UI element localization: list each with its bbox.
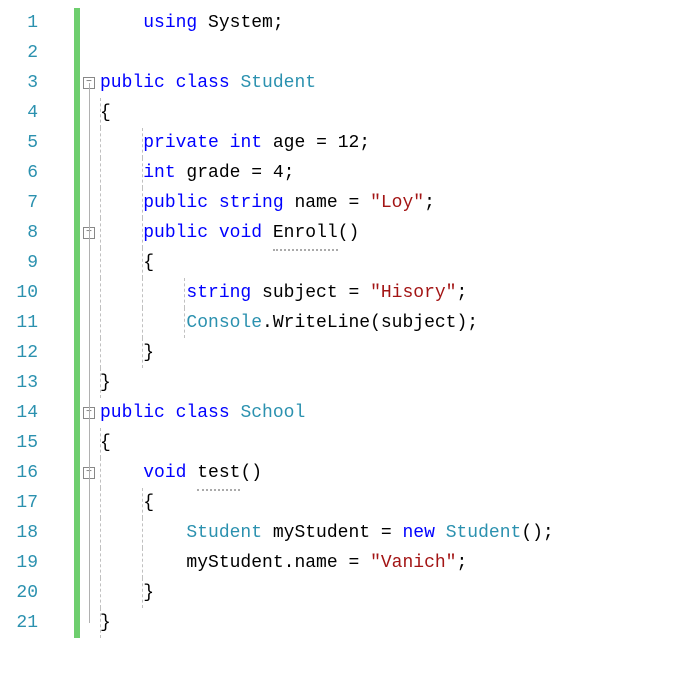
line-number: 20 (0, 578, 38, 608)
code-line[interactable]: public class School (100, 398, 699, 428)
line-number: 3 (0, 68, 38, 98)
code-line[interactable]: public void Enroll() (100, 218, 699, 248)
code-line[interactable]: Console.WriteLine(subject); (100, 308, 699, 338)
code-editor: 123456789101112131415161718192021 using … (0, 8, 699, 638)
line-number: 2 (0, 38, 38, 68)
code-line[interactable]: { (100, 488, 699, 518)
line-number: 10 (0, 278, 38, 308)
line-number: 11 (0, 308, 38, 338)
code-line[interactable]: using System; (100, 8, 699, 38)
marker-margin (52, 8, 74, 638)
line-number: 6 (0, 158, 38, 188)
line-number: 13 (0, 368, 38, 398)
code-line[interactable]: { (100, 248, 699, 278)
line-number: 16 (0, 458, 38, 488)
code-line[interactable]: int grade = 4; (100, 158, 699, 188)
code-line[interactable]: Student myStudent = new Student(); (100, 518, 699, 548)
code-line[interactable] (100, 38, 699, 68)
line-number: 4 (0, 98, 38, 128)
code-line[interactable]: { (100, 98, 699, 128)
line-number: 17 (0, 488, 38, 518)
code-area[interactable]: using System; public class Student { pri… (100, 8, 699, 638)
line-number: 7 (0, 188, 38, 218)
code-line[interactable]: private int age = 12; (100, 128, 699, 158)
code-line[interactable]: string subject = "Hisory"; (100, 278, 699, 308)
line-number: 18 (0, 518, 38, 548)
line-number: 19 (0, 548, 38, 578)
code-line[interactable]: } (100, 368, 699, 398)
line-number: 15 (0, 428, 38, 458)
line-number: 8 (0, 218, 38, 248)
code-line[interactable]: } (100, 608, 699, 638)
line-number-gutter: 123456789101112131415161718192021 (0, 8, 52, 638)
code-line[interactable]: { (100, 428, 699, 458)
code-line[interactable]: public class Student (100, 68, 699, 98)
line-number: 12 (0, 338, 38, 368)
code-line[interactable]: public string name = "Loy"; (100, 188, 699, 218)
code-line[interactable]: myStudent.name = "Vanich"; (100, 548, 699, 578)
code-line[interactable]: } (100, 578, 699, 608)
code-line[interactable]: } (100, 338, 699, 368)
outline-fold-margin (80, 8, 100, 638)
line-number: 21 (0, 608, 38, 638)
line-number: 1 (0, 8, 38, 38)
line-number: 14 (0, 398, 38, 428)
line-number: 9 (0, 248, 38, 278)
line-number: 5 (0, 128, 38, 158)
code-line[interactable]: void test() (100, 458, 699, 488)
